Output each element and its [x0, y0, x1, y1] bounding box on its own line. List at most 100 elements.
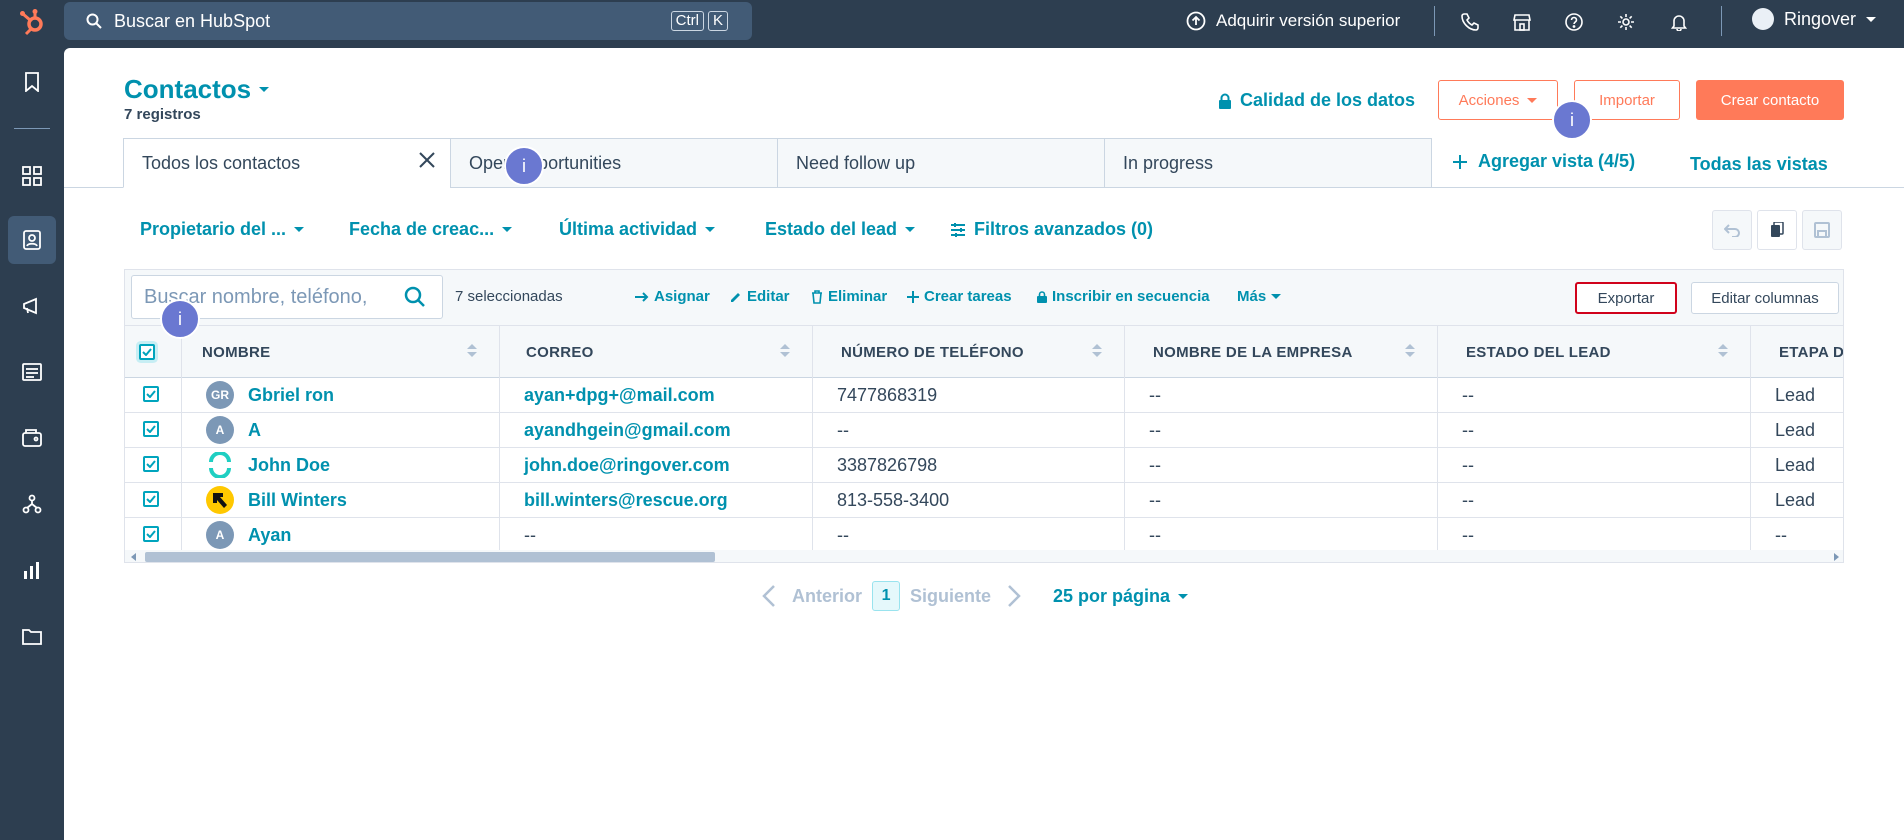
- lead-status-cell: --: [1438, 378, 1751, 412]
- create-tasks-button[interactable]: Crear tareas: [907, 288, 1012, 305]
- delete-button[interactable]: Eliminar: [811, 288, 887, 305]
- all-views-link[interactable]: Todas las vistas: [1690, 154, 1828, 175]
- chevron-right-icon[interactable]: [1007, 584, 1021, 608]
- contact-name[interactable]: Gbriel ron: [248, 385, 334, 406]
- current-page[interactable]: 1: [872, 581, 901, 611]
- email-cell[interactable]: ayandhgein@gmail.com: [500, 413, 813, 447]
- edit-button[interactable]: Editar: [730, 288, 790, 305]
- sort-icon[interactable]: [1405, 344, 1415, 357]
- table-row[interactable]: Bill Winters bill.winters@rescue.org 813-5…: [125, 483, 1843, 518]
- previous-page-button[interactable]: Anterior: [792, 586, 862, 607]
- name-cell[interactable]: Bill Winters: [182, 483, 500, 517]
- sort-icon[interactable]: [780, 344, 790, 357]
- contacts-icon[interactable]: [8, 216, 56, 264]
- global-search-input[interactable]: Buscar en HubSpot Ctrl K: [64, 2, 752, 40]
- hubspot-logo-icon[interactable]: [10, 4, 54, 40]
- table-row[interactable]: John Doe john.doe@ringover.com 3387826798-…: [125, 448, 1843, 483]
- column-header-lead-status[interactable]: ESTADO DEL LEAD: [1438, 326, 1751, 378]
- avatar: A: [206, 416, 234, 444]
- edit-columns-button[interactable]: Editar columnas: [1691, 282, 1839, 314]
- table-row[interactable]: A Aayandhgein@gmail.com -- -- -- Lead: [125, 413, 1843, 448]
- tab-open-opportunities[interactable]: Open opportunities: [450, 138, 778, 188]
- name-cell[interactable]: A Ayan: [182, 518, 500, 552]
- phone-icon[interactable]: [1458, 10, 1482, 34]
- enroll-sequence-button[interactable]: Inscribir en secuencia: [1037, 288, 1210, 305]
- row-checkbox[interactable]: [143, 386, 159, 402]
- info-hotspot-tabs[interactable]: i: [504, 146, 544, 186]
- advanced-filters-button[interactable]: Filtros avanzados (0): [950, 219, 1153, 240]
- tab-in-progress[interactable]: In progress: [1104, 138, 1432, 188]
- email-cell[interactable]: ayan+dpg+@mail.com: [500, 378, 813, 412]
- global-search-placeholder: Buscar en HubSpot: [114, 10, 271, 31]
- export-button[interactable]: Exportar: [1575, 282, 1677, 314]
- column-header-name[interactable]: NOMBRE: [182, 326, 500, 378]
- user-menu[interactable]: Ringover: [1752, 8, 1877, 30]
- chevron-down-icon: [294, 227, 305, 232]
- undo-icon[interactable]: [1712, 210, 1752, 250]
- settings-gear-icon[interactable]: [1614, 10, 1638, 34]
- column-header-email[interactable]: CORREO: [500, 326, 813, 378]
- help-icon[interactable]: [1562, 10, 1586, 34]
- sort-icon[interactable]: [467, 344, 477, 357]
- more-menu[interactable]: Más: [1237, 288, 1282, 305]
- tab-need-follow-up[interactable]: Need follow up: [777, 138, 1105, 188]
- notifications-bell-icon[interactable]: [1667, 10, 1691, 34]
- info-hotspot-search[interactable]: i: [160, 299, 200, 339]
- email-cell[interactable]: --: [500, 518, 813, 552]
- page-title[interactable]: Contactos: [124, 74, 270, 105]
- save-view-icon[interactable]: [1802, 210, 1842, 250]
- close-icon[interactable]: [418, 151, 436, 174]
- info-hotspot-import[interactable]: i: [1552, 100, 1592, 140]
- filter-created-date[interactable]: Fecha de creac...: [349, 219, 513, 240]
- next-page-button[interactable]: Siguiente: [910, 586, 991, 607]
- email-cell[interactable]: john.doe@ringover.com: [500, 448, 813, 482]
- per-page-select[interactable]: 25 por página: [1053, 586, 1189, 607]
- row-checkbox[interactable]: [143, 421, 159, 437]
- tab-label: In progress: [1123, 152, 1214, 173]
- column-header-phone[interactable]: NÚMERO DE TELÉFONO: [813, 326, 1125, 378]
- marketplace-icon[interactable]: [1510, 10, 1534, 34]
- select-all-checkbox[interactable]: [139, 344, 155, 360]
- horizontal-scrollbar[interactable]: [125, 550, 1843, 562]
- plus-icon: [907, 290, 919, 303]
- sort-icon[interactable]: [1092, 344, 1102, 357]
- contact-name[interactable]: John Doe: [248, 455, 330, 476]
- content-icon[interactable]: [8, 348, 56, 396]
- name-cell[interactable]: AA: [182, 413, 500, 447]
- sort-icon[interactable]: [1718, 344, 1728, 357]
- row-checkbox[interactable]: [143, 456, 159, 472]
- chevron-left-icon[interactable]: [762, 584, 776, 608]
- upgrade-link[interactable]: Adquirir versión superior: [1186, 8, 1400, 34]
- name-cell[interactable]: John Doe: [182, 448, 500, 482]
- data-quality-link[interactable]: Calidad de los datos: [1218, 90, 1415, 111]
- actions-button[interactable]: Acciones: [1438, 80, 1558, 120]
- filter-owner[interactable]: Propietario del ...: [140, 219, 305, 240]
- table-row[interactable]: A Ayan -- -- -- -- --: [125, 518, 1843, 553]
- filter-last-activity[interactable]: Última actividad: [559, 219, 716, 240]
- name-cell[interactable]: GR Gbriel ron: [182, 378, 500, 412]
- column-header-stage[interactable]: ETAPA DE: [1751, 326, 1843, 378]
- filter-lead-status[interactable]: Estado del lead: [765, 219, 916, 240]
- column-header-company[interactable]: NOMBRE DE LA EMPRESA: [1125, 326, 1438, 378]
- commerce-icon[interactable]: [8, 414, 56, 462]
- duplicate-icon[interactable]: [1757, 210, 1797, 250]
- table-row[interactable]: GR Gbriel ron ayan+dpg+@mail.com 7477868319…: [125, 378, 1843, 413]
- contact-name[interactable]: Bill Winters: [248, 490, 347, 511]
- row-checkbox[interactable]: [143, 526, 159, 542]
- tab-all-contacts[interactable]: Todos los contactos: [123, 138, 451, 188]
- email-cell[interactable]: bill.winters@rescue.org: [500, 483, 813, 517]
- contact-name[interactable]: Ayan: [248, 525, 291, 546]
- reports-icon[interactable]: [8, 546, 56, 594]
- row-checkbox[interactable]: [143, 491, 159, 507]
- scrollbar-thumb[interactable]: [145, 552, 715, 562]
- megaphone-icon[interactable]: [8, 282, 56, 330]
- add-view-button[interactable]: Agregar vista (4/5): [1452, 151, 1635, 172]
- folder-icon[interactable]: [8, 612, 56, 660]
- contact-name[interactable]: A: [248, 420, 261, 441]
- pencil-icon: [731, 292, 740, 302]
- workflows-icon[interactable]: [8, 480, 56, 528]
- create-contact-button[interactable]: Crear contacto: [1696, 80, 1844, 120]
- bookmark-icon[interactable]: [8, 58, 56, 106]
- assign-button[interactable]: Asignar: [635, 288, 710, 305]
- grid-icon[interactable]: [8, 152, 56, 200]
